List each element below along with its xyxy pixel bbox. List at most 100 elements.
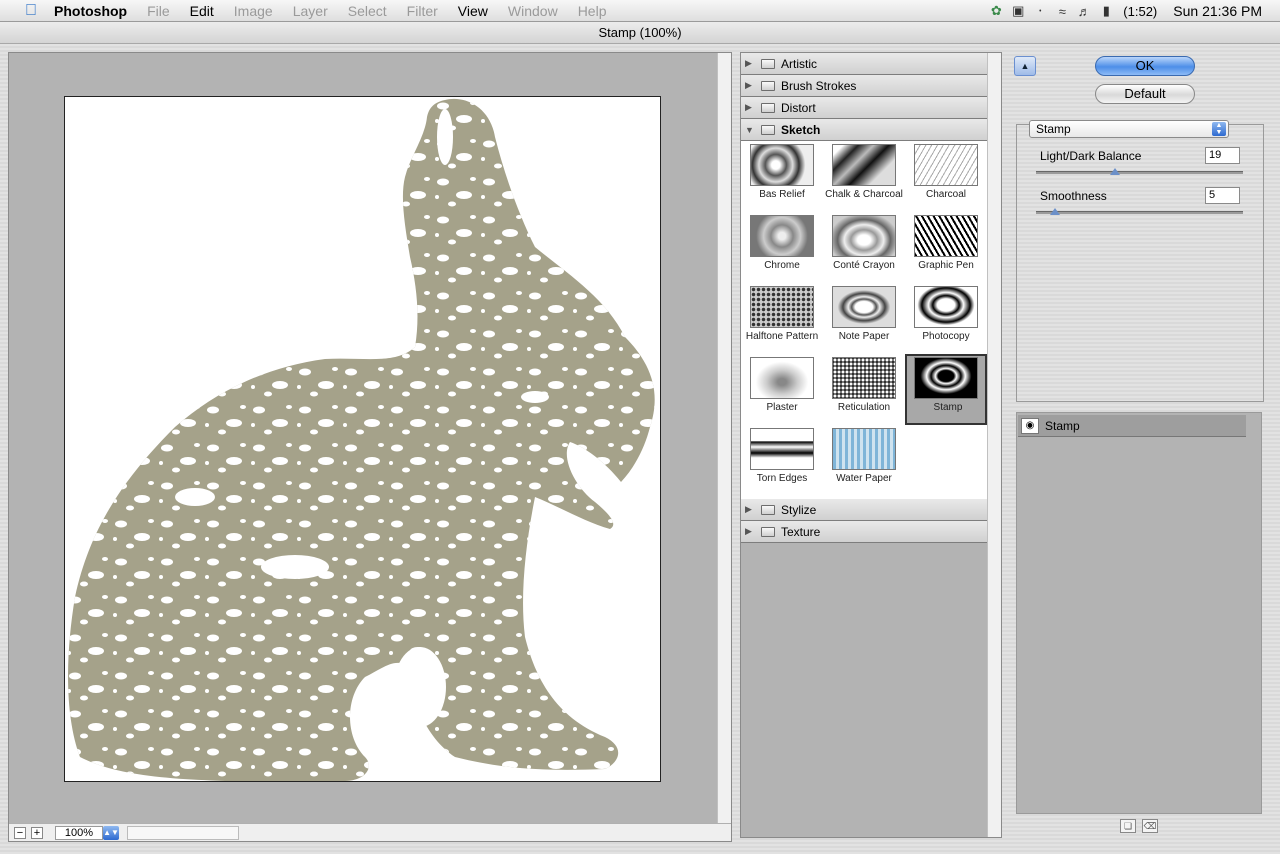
preview-zoom-bar: − + 100% ▲▼ <box>9 823 731 841</box>
collapse-gallery-button[interactable]: ▲ <box>1014 56 1036 76</box>
thumb-label: Charcoal <box>925 189 967 200</box>
preview-pane[interactable]: − + 100% ▲▼ <box>8 52 732 842</box>
thumb-image <box>914 215 978 257</box>
thumb-graphic-pen[interactable]: Graphic Pen <box>905 212 987 283</box>
rabbit-silhouette <box>68 98 655 781</box>
thumb-torn-edges[interactable]: Torn Edges <box>741 425 823 496</box>
thumb-image <box>832 144 896 186</box>
category-label: Stylize <box>781 502 817 517</box>
menu-photoshop[interactable]: Photoshop <box>44 3 137 19</box>
thumb-chrome[interactable]: Chrome <box>741 212 823 283</box>
menu-clock[interactable]: Sun 21:36 PM <box>1163 3 1280 19</box>
preview-horizontal-scrollbar[interactable] <box>127 825 239 840</box>
menu-bar:  Photoshop File Edit Image Layer Select… <box>0 0 1280 22</box>
effect-layer-row[interactable]: ◉ Stamp <box>1018 415 1246 437</box>
thumb-photocopy[interactable]: Photocopy <box>905 283 987 354</box>
thumb-image <box>750 286 814 328</box>
battery-icon[interactable]: ▮ <box>1095 3 1117 19</box>
thumb-label: Chrome <box>764 260 800 271</box>
thumb-label: Water Paper <box>836 473 892 484</box>
expand-triangle-icon[interactable]: ▶ <box>745 526 761 537</box>
ok-button[interactable]: OK <box>1095 56 1195 76</box>
menu-edit[interactable]: Edit <box>180 3 224 19</box>
collapse-triangle-icon[interactable]: ▼ <box>745 125 761 135</box>
thumb-image <box>832 286 896 328</box>
menu-image[interactable]: Image <box>224 3 283 19</box>
expand-triangle-icon[interactable]: ▶ <box>745 102 761 113</box>
category-label: Brush Strokes <box>781 78 857 93</box>
category-stylize[interactable]: ▶ Stylize <box>741 499 987 521</box>
zoom-in-button[interactable]: + <box>31 826 43 839</box>
filter-select-value: Stamp <box>1036 122 1071 136</box>
thumb-water-paper[interactable]: Water Paper <box>823 425 905 496</box>
menu-view[interactable]: View <box>448 3 498 19</box>
folder-icon <box>761 102 775 113</box>
category-distort[interactable]: ▶ Distort <box>741 97 987 119</box>
menu-filter[interactable]: Filter <box>397 3 448 19</box>
menu-window[interactable]: Window <box>498 3 568 19</box>
zoom-out-button[interactable]: − <box>14 826 26 839</box>
filter-gallery-window: − + 100% ▲▼ ▶ Artistic ▶ Brush Strokes ▶… <box>0 44 1280 854</box>
effect-layer-name: Stamp <box>1045 418 1080 433</box>
thumb-label: Reticulation <box>837 402 891 413</box>
thumb-bas-relief[interactable]: Bas Relief <box>741 141 823 212</box>
thumb-label: Halftone Pattern <box>745 331 819 342</box>
thumb-chalk-charcoal[interactable]: Chalk & Charcoal <box>823 141 905 212</box>
expand-triangle-icon[interactable]: ▶ <box>745 58 761 69</box>
thumb-image <box>750 428 814 470</box>
new-effect-layer-icon[interactable]: ❏ <box>1120 819 1136 833</box>
thumb-label: Chalk & Charcoal <box>825 189 903 200</box>
wifi-icon[interactable]: ≈ <box>1051 4 1073 19</box>
filter-select-dropdown[interactable]: Stamp ▲ ▼ <box>1029 120 1229 138</box>
preview-canvas[interactable] <box>64 96 661 782</box>
light-dark-balance-field[interactable]: 19 <box>1205 147 1240 164</box>
light-dark-balance-slider[interactable] <box>1036 171 1243 174</box>
thumb-plaster[interactable]: Plaster <box>741 354 823 425</box>
folder-icon <box>761 526 775 537</box>
menu-select[interactable]: Select <box>338 3 397 19</box>
thumb-label: Conté Crayon <box>833 260 895 271</box>
zoom-level-field[interactable]: 100% <box>55 825 103 840</box>
menu-help[interactable]: Help <box>568 3 617 19</box>
zoom-dropdown-arrow-icon[interactable]: ▲▼ <box>103 825 119 840</box>
stamped-rabbit-image <box>68 98 655 781</box>
filter-settings-panel <box>1016 124 1264 402</box>
preview-vertical-scrollbar[interactable] <box>717 53 731 823</box>
light-dark-balance-thumb[interactable] <box>1110 168 1120 175</box>
menu-layer[interactable]: Layer <box>283 3 338 19</box>
bluetooth-icon[interactable]: ᛫ <box>1029 4 1051 19</box>
thumb-halftone-pattern[interactable]: Halftone Pattern <box>741 283 823 354</box>
smoothness-slider[interactable] <box>1036 211 1243 214</box>
thumb-stamp[interactable]: Stamp <box>905 354 987 425</box>
smoothness-field[interactable]: 5 <box>1205 187 1240 204</box>
menu-file[interactable]: File <box>137 3 180 19</box>
thumb-note-paper[interactable]: Note Paper <box>823 283 905 354</box>
effect-layers-panel <box>1016 412 1262 814</box>
delete-effect-layer-icon[interactable]: ⌫ <box>1142 819 1158 833</box>
expand-triangle-icon[interactable]: ▶ <box>745 504 761 515</box>
script-menu-icon[interactable]: ✿ <box>985 3 1007 19</box>
smoothness-thumb[interactable] <box>1050 208 1060 215</box>
display-icon[interactable]: ▣ <box>1007 3 1029 19</box>
apple-icon[interactable]:  <box>18 2 44 20</box>
volume-icon[interactable]: ♬ <box>1073 4 1095 19</box>
thumb-label: Photocopy <box>922 331 970 342</box>
eye-icon[interactable]: ◉ <box>1021 417 1039 434</box>
thumb-image <box>832 428 896 470</box>
default-button[interactable]: Default <box>1095 84 1195 104</box>
thumb-charcoal[interactable]: Charcoal <box>905 141 987 212</box>
filter-list-scrollbar[interactable] <box>987 53 1001 837</box>
category-texture[interactable]: ▶ Texture <box>741 521 987 543</box>
thumb-image <box>832 215 896 257</box>
thumb-image <box>914 286 978 328</box>
category-artistic[interactable]: ▶ Artistic <box>741 53 987 75</box>
thumb-image <box>750 215 814 257</box>
category-sketch[interactable]: ▼ Sketch <box>741 119 987 141</box>
thumb-label: Note Paper <box>838 331 890 342</box>
expand-triangle-icon[interactable]: ▶ <box>745 80 761 91</box>
thumb-conte-crayon[interactable]: Conté Crayon <box>823 212 905 283</box>
menu-extras: ✿ ▣ ᛫ ≈ ♬ ▮ (1:52) Sun 21:36 PM <box>985 0 1280 22</box>
category-brush-strokes[interactable]: ▶ Brush Strokes <box>741 75 987 97</box>
thumb-reticulation[interactable]: Reticulation <box>823 354 905 425</box>
category-label: Sketch <box>781 122 821 137</box>
